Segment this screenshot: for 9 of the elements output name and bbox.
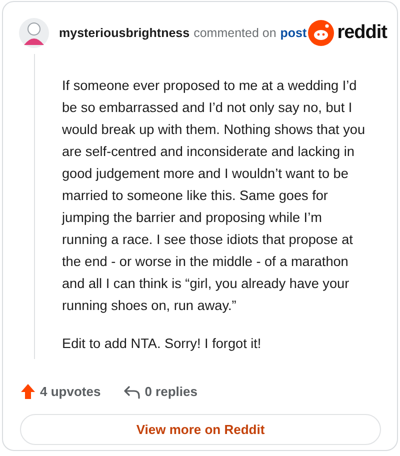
comment-paragraph: If someone ever proposed to me at a wedding I’d be so embarrassed and I’d not only say no, but I would break up with them. Nothing shows that you are self-centred and inconsiderate and lacking in good judgement more and I wouldn’t want to be married to someone like this. Same goes for jumping the barrier and proposing while I’m running a race. I see those idiots that propose at the end - or worse in the middle - of a marathon and all I can think is “girl, you already have your running shoes on, run away.” xyxy=(62,77,366,315)
upvote-count: 4 upvotes xyxy=(40,384,101,399)
view-more-button[interactable]: View more on Reddit xyxy=(20,414,381,445)
post-link[interactable]: post xyxy=(280,26,307,40)
reply-count: 0 replies xyxy=(144,384,198,399)
action-text: commented on xyxy=(194,26,276,40)
brand-name: reddit xyxy=(337,22,387,44)
author-name[interactable]: mysteriousbrightness xyxy=(59,26,190,40)
comment-paragraph: Edit to add NTA. Sorry! I forgot it! xyxy=(62,335,262,353)
